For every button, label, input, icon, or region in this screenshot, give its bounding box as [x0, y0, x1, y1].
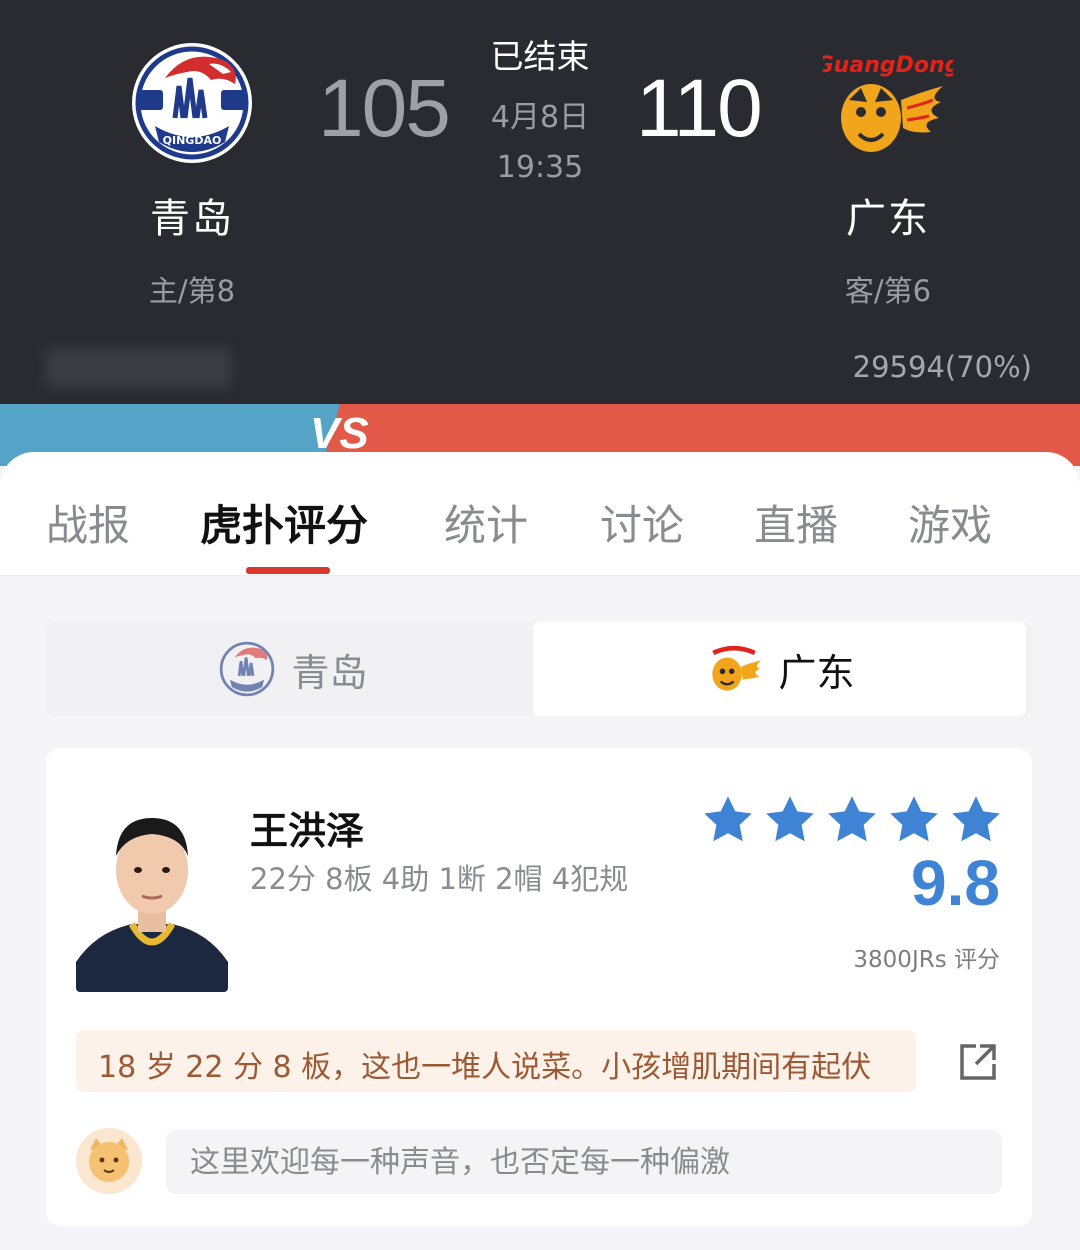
team-switch: 青岛 广东 [46, 622, 1032, 716]
away-score: 110 [636, 63, 763, 154]
away-team-name: 广东 [846, 196, 930, 242]
star-icon [704, 796, 752, 842]
tab-discussion[interactable]: 讨论 [600, 492, 684, 553]
team-switch-guangdong-label: 广东 [778, 650, 855, 695]
svg-text:GuangDong: GuangDong [823, 53, 953, 78]
player-name: 王洪泽 [250, 809, 365, 853]
tab-live[interactable]: 直播 [754, 492, 838, 553]
content-panel: 战报 虎扑评分 统计 讨论 直播 游戏 青岛 广东 王洪泽 22分 8板 4助 … [0, 452, 1080, 1250]
top-comment[interactable]: 18 岁 22 分 8 板，这也一堆人说菜。小孩增肌期间有起伏 [76, 1030, 916, 1092]
home-score: 105 [318, 63, 451, 154]
reply-row [76, 1128, 1006, 1198]
qingdao-eagle-logo-icon [220, 641, 275, 697]
reply-input[interactable] [166, 1130, 1002, 1194]
team-switch-qingdao-label: 青岛 [291, 650, 368, 695]
away-team[interactable]: GuangDong 广东 客/第6 [758, 30, 1018, 310]
avatar [76, 1128, 142, 1194]
share-icon[interactable] [958, 1042, 998, 1082]
svg-text:QINGDAO: QINGDAO [163, 134, 222, 147]
player-photo [76, 792, 228, 992]
tab-stats[interactable]: 统计 [444, 492, 528, 553]
away-team-meta: 客/第6 [844, 274, 932, 308]
player-rating-card[interactable]: 王洪泽 22分 8板 4助 1断 2帽 4犯规 9.8 3800JRs 评分 1… [46, 748, 1032, 1226]
star-icon [828, 796, 876, 842]
player-rating-score: 9.8 [911, 847, 1000, 919]
star-rating[interactable] [700, 792, 1004, 848]
away-support-count: 29594(70%) [852, 350, 1032, 384]
game-time: 19:35 [496, 150, 584, 185]
game-status: 已结束 [490, 37, 590, 76]
tab-report[interactable]: 战报 [46, 492, 130, 553]
qingdao-eagle-logo-icon: QINGDAO [132, 43, 252, 163]
game-status-block: 已结束 4月8日 19:35 [450, 30, 630, 185]
tab-hupu-rating[interactable]: 虎扑评分 [200, 492, 368, 553]
top-comment-text: 18 岁 22 分 8 板，这也一堆人说菜。小孩增肌期间有起伏 [98, 1050, 872, 1085]
home-team[interactable]: QINGDAO 青岛 主/第8 [62, 30, 322, 310]
game-date: 4月8日 [490, 100, 590, 135]
rating-content: 青岛 广东 王洪泽 22分 8板 4助 1断 2帽 4犯规 9.8 3800JR… [0, 576, 1080, 1250]
star-icon [952, 796, 1000, 842]
player-stat-line: 22分 8板 4助 1断 2帽 4犯规 [250, 862, 629, 896]
guangdong-tiger-logo-icon: GuangDong [823, 53, 953, 152]
rating-count: 3800JRs 评分 [853, 947, 1000, 973]
home-support-blurred [46, 348, 231, 388]
guangdong-tiger-logo-icon [712, 645, 762, 691]
team-switch-qingdao[interactable]: 青岛 [46, 622, 539, 716]
home-team-name: 青岛 [150, 196, 234, 242]
svg-text:VS: VS [310, 409, 369, 458]
team-switch-guangdong[interactable]: 广东 [533, 622, 1026, 716]
star-icon [766, 796, 814, 842]
active-tab-indicator [246, 567, 330, 574]
tab-games[interactable]: 游戏 [908, 492, 992, 553]
tab-bar: 战报 虎扑评分 统计 讨论 直播 游戏 [0, 452, 1080, 576]
home-team-meta: 主/第8 [148, 274, 236, 308]
game-header: QINGDAO 青岛 主/第8 105 已结束 4月8日 19:35 110 G… [0, 0, 1080, 405]
star-icon [890, 796, 938, 842]
